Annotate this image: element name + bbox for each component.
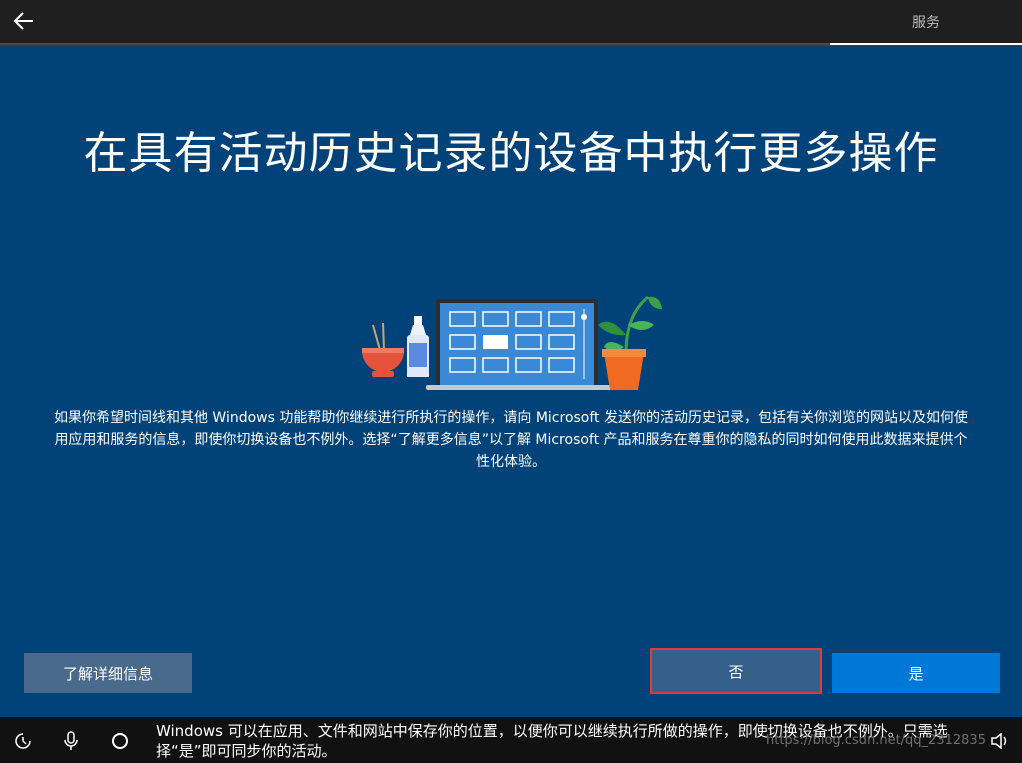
volume-button[interactable] bbox=[988, 730, 1010, 752]
description-text: 如果你希望时间线和其他 Windows 功能帮助你继续进行所执行的操作，请向 M… bbox=[53, 410, 968, 470]
cortana-circle-icon bbox=[112, 733, 128, 749]
plant-icon bbox=[598, 295, 662, 390]
cortana-button[interactable] bbox=[109, 730, 131, 752]
watermark: https://blog.csdn.net/qq_2312835 bbox=[766, 733, 986, 748]
no-button[interactable]: 否 bbox=[650, 648, 822, 694]
activity-history-illustration bbox=[362, 295, 662, 390]
learn-more-button[interactable]: 了解详细信息 bbox=[24, 653, 192, 693]
ease-of-access-button[interactable] bbox=[12, 730, 34, 752]
microphone-icon bbox=[64, 731, 78, 750]
laptop-icon bbox=[426, 299, 616, 390]
bottom-bar: Windows 可以在应用、文件和网站中保存你的位置，以便你可以继续执行所做的操… bbox=[0, 717, 1022, 763]
main-content: 在具有活动历史记录的设备中执行更多操作 如果你希望时间线和其他 Windows … bbox=[0, 45, 1022, 717]
bottle-icon bbox=[407, 316, 429, 377]
section-label-services: 服务 bbox=[912, 14, 940, 31]
back-arrow-icon bbox=[13, 12, 33, 30]
microphone-button[interactable] bbox=[60, 730, 82, 752]
bowl-icon bbox=[362, 322, 404, 377]
yes-button[interactable]: 是 bbox=[832, 653, 1000, 693]
top-bar: 服务 bbox=[0, 0, 1022, 43]
ease-of-access-icon bbox=[15, 733, 31, 749]
volume-icon bbox=[991, 733, 1007, 749]
page-title: 在具有活动历史记录的设备中执行更多操作 bbox=[83, 128, 939, 179]
back-button[interactable] bbox=[8, 6, 40, 36]
